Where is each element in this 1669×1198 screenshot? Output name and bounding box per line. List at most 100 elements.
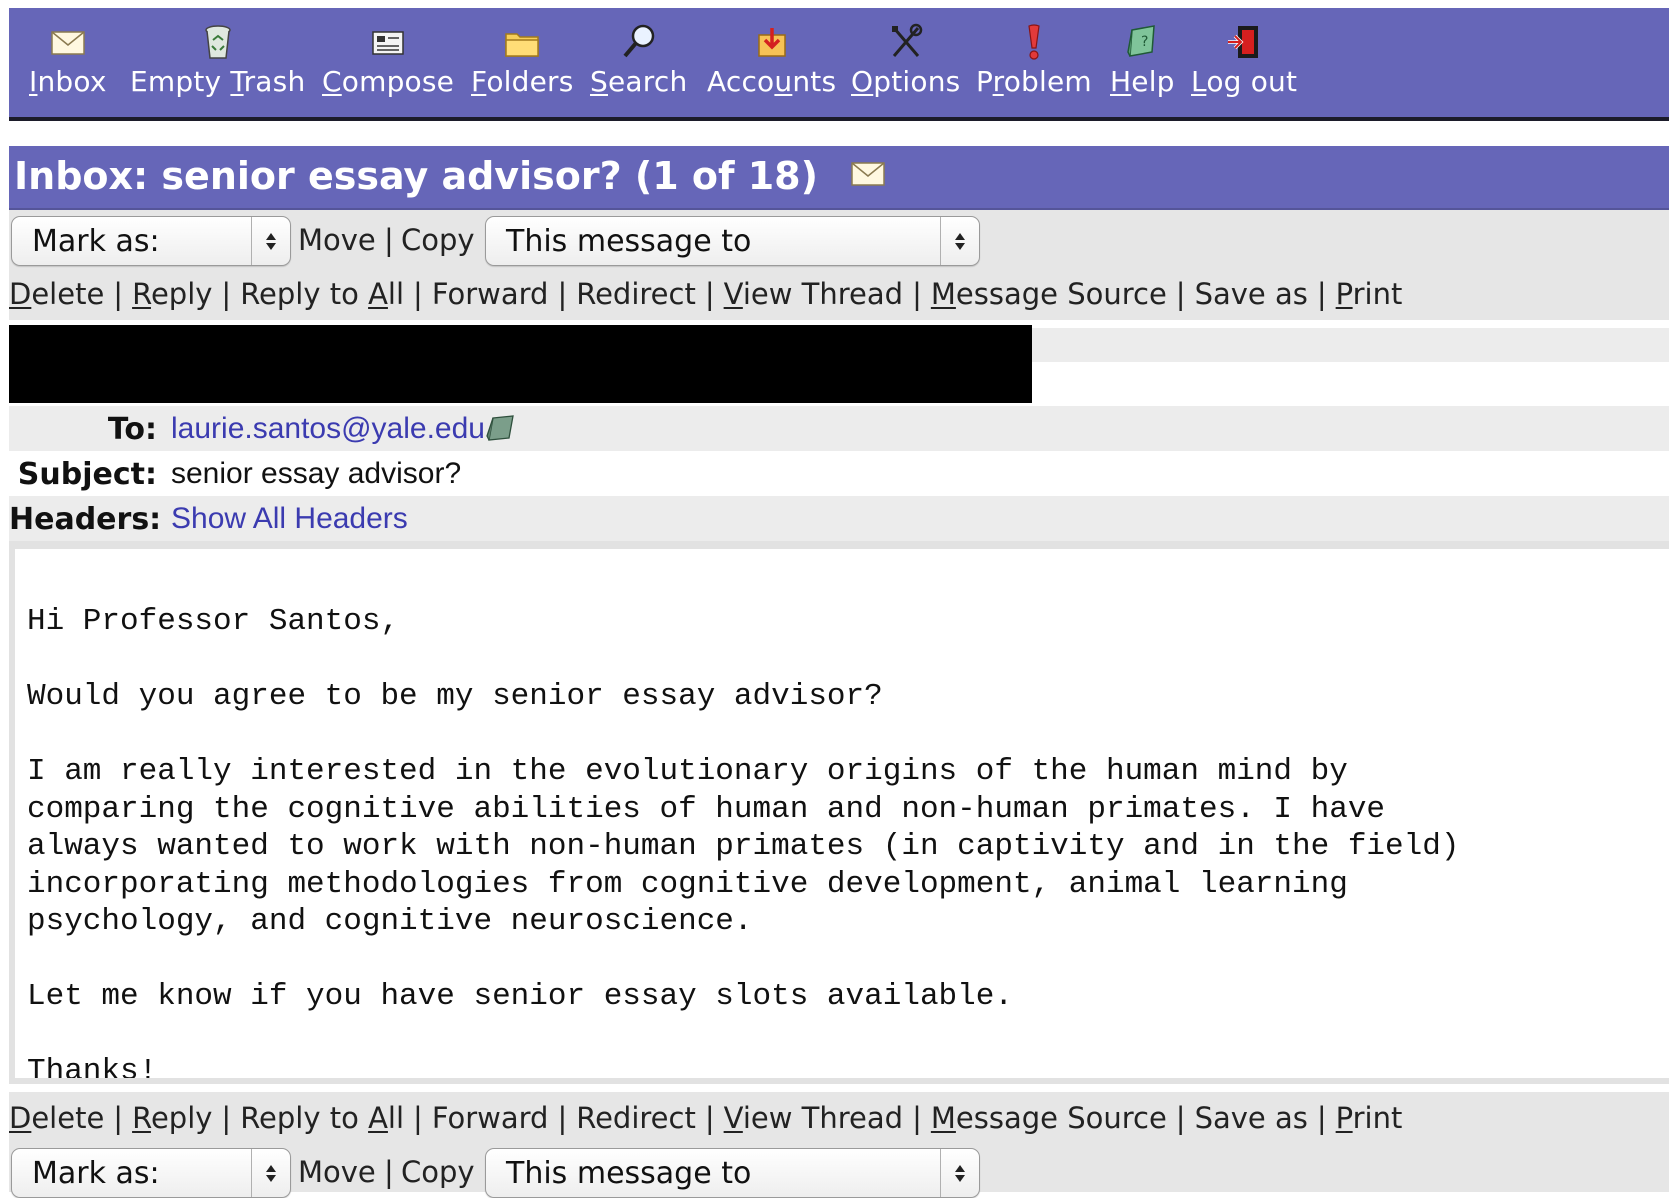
exclamation-icon [1028, 24, 1040, 60]
mark-as-value: Mark as: [32, 1156, 160, 1191]
toolbar-options-button[interactable]: Options [851, 22, 960, 112]
separator: | [221, 1101, 232, 1135]
compose-card-icon [372, 31, 404, 55]
reply-all-link[interactable]: Reply to All [240, 1101, 404, 1135]
toolbar-label: Options [851, 65, 961, 98]
message-title-bar: Inbox: senior essay advisor? (1 of 18) [9, 146, 1669, 210]
bottom-actions-row: Delete | Reply | Reply to All | Forward … [9, 1092, 1669, 1144]
view-thread-link[interactable]: View Thread [724, 277, 903, 311]
toolbar-empty-trash-button[interactable]: Empty Trash [130, 22, 305, 112]
mark-as-value: Mark as: [32, 224, 160, 259]
mark-as-select[interactable]: Mark as: [11, 216, 291, 266]
save-as-link[interactable]: Save as [1195, 277, 1308, 311]
toolbar-label: Log out [1191, 65, 1298, 98]
message-body: Hi Professor Santos, Would you agree to … [9, 541, 1669, 1084]
show-all-headers-link[interactable]: Show All Headers [171, 502, 408, 536]
mark-as-select[interactable]: Mark as: [11, 1148, 291, 1198]
bottom-controls-row: Mark as: Move | Copy This message to [9, 1142, 1669, 1198]
toolbar-folders-button[interactable]: Folders [471, 22, 574, 112]
toolbar-label: Empty Trash [130, 65, 306, 98]
move-link[interactable]: Move [298, 1155, 376, 1189]
print-link[interactable]: Print [1336, 277, 1403, 311]
separator: | [413, 1101, 423, 1135]
top-controls-row: Mark as: Move | Copy This message to [9, 210, 1669, 272]
delete-link[interactable]: Delete [9, 277, 104, 311]
magnifier-icon [623, 24, 654, 58]
redirect-link[interactable]: Redirect [576, 1101, 696, 1135]
to-label: To: [107, 412, 157, 447]
envelope-icon [51, 31, 85, 55]
toolbar-label: Search [590, 65, 688, 98]
separator: | [1316, 1101, 1327, 1135]
folder-icon [505, 33, 540, 57]
separator: | [704, 277, 715, 311]
top-actions-row: Delete | Reply | Reply to All | Forward … [9, 268, 1669, 320]
separator: | [912, 277, 922, 311]
headers-row: Headers: Show All Headers [9, 496, 1669, 541]
forward-link[interactable]: Forward [432, 1101, 549, 1135]
separator: | [413, 277, 423, 311]
forward-link[interactable]: Forward [432, 277, 549, 311]
toolbar-inbox-button[interactable]: Inbox [29, 22, 107, 112]
to-row: To: laurie.santos@yale.edu [9, 406, 1669, 451]
message-source-link[interactable]: Message Source [931, 1101, 1167, 1135]
subject-row: Subject: senior essay advisor? [9, 451, 1669, 496]
separator: | [557, 1101, 568, 1135]
help-book-icon: ? [1127, 25, 1156, 57]
message-to-value: This message to [506, 1156, 752, 1191]
separator: | [221, 277, 232, 311]
message-line: comparing the cognitive abilities of hum… [27, 792, 1386, 827]
message-to-select[interactable]: This message to [485, 216, 980, 266]
subject-label: Subject: [17, 457, 157, 492]
toolbar-logout-button[interactable]: Log out [1191, 22, 1297, 112]
print-link[interactable]: Print [1336, 1101, 1403, 1135]
page-title: Inbox: senior essay advisor? (1 of 18) [14, 154, 818, 198]
headers-label: Headers: [9, 502, 162, 537]
separator: | [113, 277, 124, 311]
address-book-icon[interactable] [485, 414, 515, 442]
toolbar-help-button[interactable]: ? Help [1110, 22, 1175, 112]
copy-link[interactable]: Copy [401, 223, 475, 257]
save-as-link[interactable]: Save as [1195, 1101, 1308, 1135]
message-source-link[interactable]: Message Source [931, 277, 1167, 311]
accounts-box-icon [757, 28, 786, 57]
redirect-link[interactable]: Redirect [576, 277, 696, 311]
message-to-select[interactable]: This message to [485, 1148, 980, 1198]
tools-icon [891, 23, 922, 57]
copy-link[interactable]: Copy [401, 1155, 475, 1189]
toolbar-accounts-button[interactable]: Accounts [707, 22, 836, 112]
reply-link[interactable]: Reply [132, 277, 212, 311]
select-arrows-icon [940, 1149, 979, 1197]
message-line: Thanks! [27, 1054, 158, 1084]
message-line: always wanted to work with non-human pri… [27, 829, 1460, 864]
delete-link[interactable]: Delete [9, 1101, 104, 1135]
separator: | [557, 277, 568, 311]
reply-link[interactable]: Reply [132, 1101, 212, 1135]
separator: | [704, 1101, 715, 1135]
select-arrows-icon [940, 217, 979, 265]
toolbar-search-button[interactable]: Search [590, 22, 687, 112]
separator: | [912, 1101, 922, 1135]
message-line: Let me know if you have senior essay slo… [27, 979, 1013, 1014]
redacted-sender-block [9, 325, 1032, 403]
move-link[interactable]: Move [298, 223, 376, 257]
separator: | [384, 223, 394, 257]
toolbar-compose-button[interactable]: Compose [322, 22, 454, 112]
toolbar-problem-button[interactable]: Problem [976, 22, 1092, 112]
separator: | [1175, 1101, 1186, 1135]
message-line: Hi Professor Santos, [27, 604, 400, 639]
reply-all-link[interactable]: Reply to All [240, 277, 404, 311]
select-arrows-icon [251, 217, 290, 265]
message-line: incorporating methodologies from cogniti… [27, 867, 1348, 902]
message-line: psychology, and cognitive neuroscience. [27, 904, 753, 939]
separator: | [1175, 277, 1186, 311]
envelope-icon[interactable] [851, 162, 885, 186]
toolbar-label: Folders [471, 65, 574, 98]
toolbar-label: Inbox [29, 65, 107, 98]
main-toolbar: Inbox Empty Trash Compose Folders Search… [9, 8, 1669, 121]
toolbar-label: Accounts [707, 65, 837, 98]
view-thread-link[interactable]: View Thread [724, 1101, 903, 1135]
to-address-link[interactable]: laurie.santos@yale.edu [171, 412, 515, 446]
svg-text:?: ? [1141, 34, 1148, 50]
recycle-bin-icon [204, 25, 231, 59]
